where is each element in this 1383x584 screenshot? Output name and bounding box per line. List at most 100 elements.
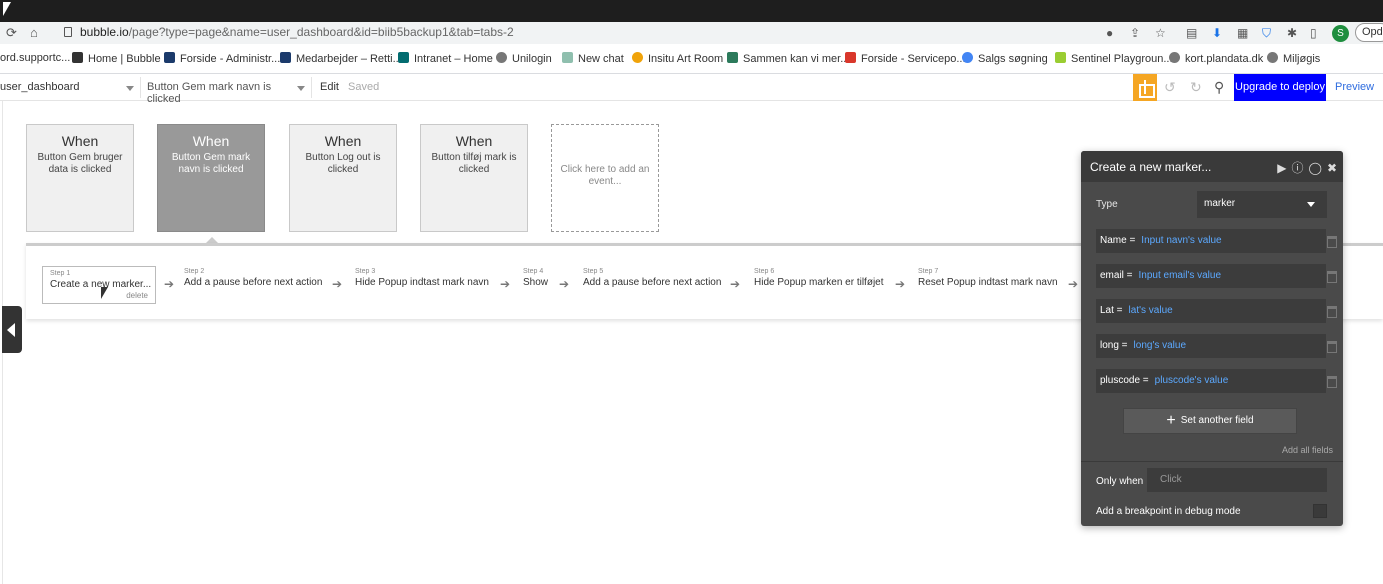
bookmark[interactable]: New chat bbox=[562, 52, 624, 65]
flag-icon bbox=[280, 52, 291, 63]
arrow-right-icon: ➔ bbox=[164, 277, 175, 291]
field-row[interactable]: Lat = lat's value bbox=[1096, 299, 1326, 323]
edit-menu[interactable]: Edit bbox=[320, 81, 339, 93]
undo-icon[interactable]: ↺ bbox=[1164, 79, 1176, 96]
step-number: Step 5 bbox=[583, 268, 604, 275]
download-icon[interactable]: ⬇ bbox=[1212, 26, 1222, 40]
trash-icon[interactable] bbox=[1327, 236, 1337, 248]
bookmark[interactable]: Medarbejder – Retti... bbox=[280, 52, 402, 65]
bookmark[interactable]: Miljøgis bbox=[1267, 52, 1320, 65]
bookmark[interactable]: Sammen kan vi mer... bbox=[727, 52, 849, 65]
only-when-input[interactable]: Click bbox=[1147, 468, 1327, 492]
event-when: When bbox=[61, 133, 99, 149]
event-selector[interactable]: Button Gem mark navn is clicked bbox=[147, 81, 305, 105]
share-icon[interactable]: ⇪ bbox=[1130, 26, 1140, 40]
bookmark[interactable]: Forside - Administr... bbox=[164, 52, 280, 65]
trash-icon[interactable] bbox=[1327, 376, 1337, 388]
field-row[interactable]: Name = Input navn's value bbox=[1096, 229, 1326, 253]
comment-icon[interactable]: ◯ bbox=[1309, 161, 1322, 175]
star-icon[interactable]: ☆ bbox=[1155, 26, 1166, 40]
trash-icon[interactable] bbox=[1327, 341, 1337, 353]
add-all-fields-link[interactable]: Add all fields bbox=[1282, 445, 1333, 455]
page-selector[interactable]: user_dashboard bbox=[0, 81, 134, 93]
extension-icon[interactable]: ▦ bbox=[1237, 26, 1248, 40]
trash-icon[interactable] bbox=[1327, 306, 1337, 318]
workflow-step[interactable]: Step 5 Add a pause before next action bbox=[583, 268, 721, 288]
flag-icon bbox=[164, 52, 175, 63]
step-name: Add a pause before next action bbox=[583, 277, 722, 288]
reload-icon[interactable]: ⟳ bbox=[6, 25, 17, 41]
field-value[interactable]: lat's value bbox=[1129, 305, 1173, 316]
preview-link[interactable]: Preview bbox=[1335, 81, 1374, 93]
bookmark[interactable]: Insitu Art Room bbox=[632, 52, 723, 65]
workflow-step[interactable]: Step 4 Show bbox=[523, 268, 548, 288]
delete-step-link[interactable]: delete bbox=[126, 291, 148, 300]
location-icon[interactable]: ● bbox=[1106, 26, 1113, 40]
field-row[interactable]: long = long's value bbox=[1096, 334, 1326, 358]
event-card[interactable]: When Button Gem bruger data is clicked bbox=[26, 124, 134, 232]
profile-avatar[interactable]: S bbox=[1332, 25, 1349, 42]
step-name: Hide Popup marken er tilføjet bbox=[754, 277, 884, 288]
event-card[interactable]: When Button Log out is clicked bbox=[289, 124, 397, 232]
bookmark[interactable]: Forside - Servicepo... bbox=[845, 52, 966, 65]
add-event-card[interactable]: Click here to add an event... bbox=[551, 124, 659, 232]
url-field[interactable]: bubble.io/page?type=page&name=user_dashb… bbox=[80, 25, 514, 39]
mouse-cursor-icon bbox=[101, 287, 108, 299]
header-icons: ▶ ⓘ ◯ ✖ bbox=[1272, 159, 1337, 176]
event-card-selected[interactable]: When Button Gem mark navn is clicked bbox=[157, 124, 265, 232]
puzzle-icon[interactable]: ✱ bbox=[1287, 26, 1297, 40]
collapse-panel-tab[interactable] bbox=[2, 306, 22, 353]
bookmark[interactable]: kort.plandata.dk bbox=[1169, 52, 1263, 65]
field-value[interactable]: pluscode's value bbox=[1155, 375, 1229, 386]
event-description: Button Gem bruger data is clicked bbox=[37, 152, 123, 175]
field-row[interactable]: pluscode = pluscode's value bbox=[1096, 369, 1326, 393]
update-button[interactable]: Opd bbox=[1355, 23, 1383, 42]
workflow-step[interactable]: Step 3 Hide Popup indtast mark navn bbox=[355, 268, 489, 288]
bookmark[interactable]: Salgs søgning bbox=[962, 52, 1048, 65]
step-name: Show bbox=[523, 277, 549, 288]
gift-icon[interactable] bbox=[1133, 74, 1157, 101]
close-icon[interactable]: ✖ bbox=[1327, 161, 1337, 175]
upgrade-button[interactable]: Upgrade to deploy bbox=[1234, 74, 1326, 101]
search-icon[interactable]: ⚲ bbox=[1214, 79, 1224, 96]
step-number: Step 4 bbox=[523, 268, 544, 275]
bookmark-label: Forside - Administr... bbox=[180, 53, 281, 65]
step-name: Hide Popup indtast mark navn bbox=[355, 277, 489, 288]
add-event-label: Click here to add an event... bbox=[560, 164, 650, 187]
bookmark[interactable]: Unilogin bbox=[496, 52, 552, 65]
arrow-right-icon: ➔ bbox=[1068, 277, 1079, 291]
field-value[interactable]: Input navn's value bbox=[1141, 235, 1221, 246]
field-key: Name = bbox=[1100, 235, 1136, 246]
bookmark[interactable]: ord.supportc... bbox=[0, 52, 70, 64]
info-icon[interactable]: ⓘ bbox=[1291, 161, 1303, 175]
workflow-step[interactable]: Step 1 Create a new marker... delete bbox=[42, 266, 156, 304]
field-value[interactable]: long's value bbox=[1134, 340, 1187, 351]
field-row[interactable]: email = Input email's value bbox=[1096, 264, 1326, 288]
home-icon[interactable]: ⌂ bbox=[30, 25, 38, 40]
divider bbox=[1081, 461, 1343, 462]
bookmark[interactable]: Sentinel Playgroun... bbox=[1055, 52, 1173, 65]
workflow-step[interactable]: Step 7 Reset Popup indtast mark navn bbox=[918, 268, 1058, 288]
sidebar-icon[interactable]: ▯ bbox=[1310, 26, 1317, 40]
bookmark[interactable]: Intranet – Home bbox=[398, 52, 493, 65]
extension-icon[interactable]: ▤ bbox=[1186, 26, 1197, 40]
workflow-step[interactable]: Step 6 Hide Popup marken er tilføjet bbox=[754, 268, 884, 288]
play-icon[interactable]: ▶ bbox=[1277, 161, 1286, 175]
only-when-label: Only when bbox=[1096, 476, 1144, 487]
workflow-step[interactable]: Step 2 Add a pause before next action bbox=[184, 268, 322, 288]
event-card[interactable]: When Button tilføj mark is clicked bbox=[420, 124, 528, 232]
redo-icon[interactable]: ↻ bbox=[1190, 79, 1202, 96]
arrow-right-icon: ➔ bbox=[559, 277, 570, 291]
mouse-cursor-icon bbox=[3, 2, 11, 16]
field-value[interactable]: Input email's value bbox=[1139, 270, 1222, 281]
bookmark[interactable]: Home | Bubble bbox=[72, 52, 161, 65]
event-description: Button tilføj mark is clicked bbox=[431, 152, 517, 175]
breakpoint-checkbox[interactable] bbox=[1313, 504, 1327, 518]
step-name: Add a pause before next action bbox=[184, 277, 323, 288]
trash-icon[interactable] bbox=[1327, 271, 1337, 283]
set-another-field-button[interactable]: + Set another field bbox=[1123, 408, 1297, 434]
shield-icon[interactable]: ⛉ bbox=[1262, 26, 1271, 41]
chevron-down-icon bbox=[297, 86, 305, 91]
type-dropdown[interactable]: marker bbox=[1197, 191, 1327, 218]
step-number: Step 6 bbox=[754, 268, 775, 275]
